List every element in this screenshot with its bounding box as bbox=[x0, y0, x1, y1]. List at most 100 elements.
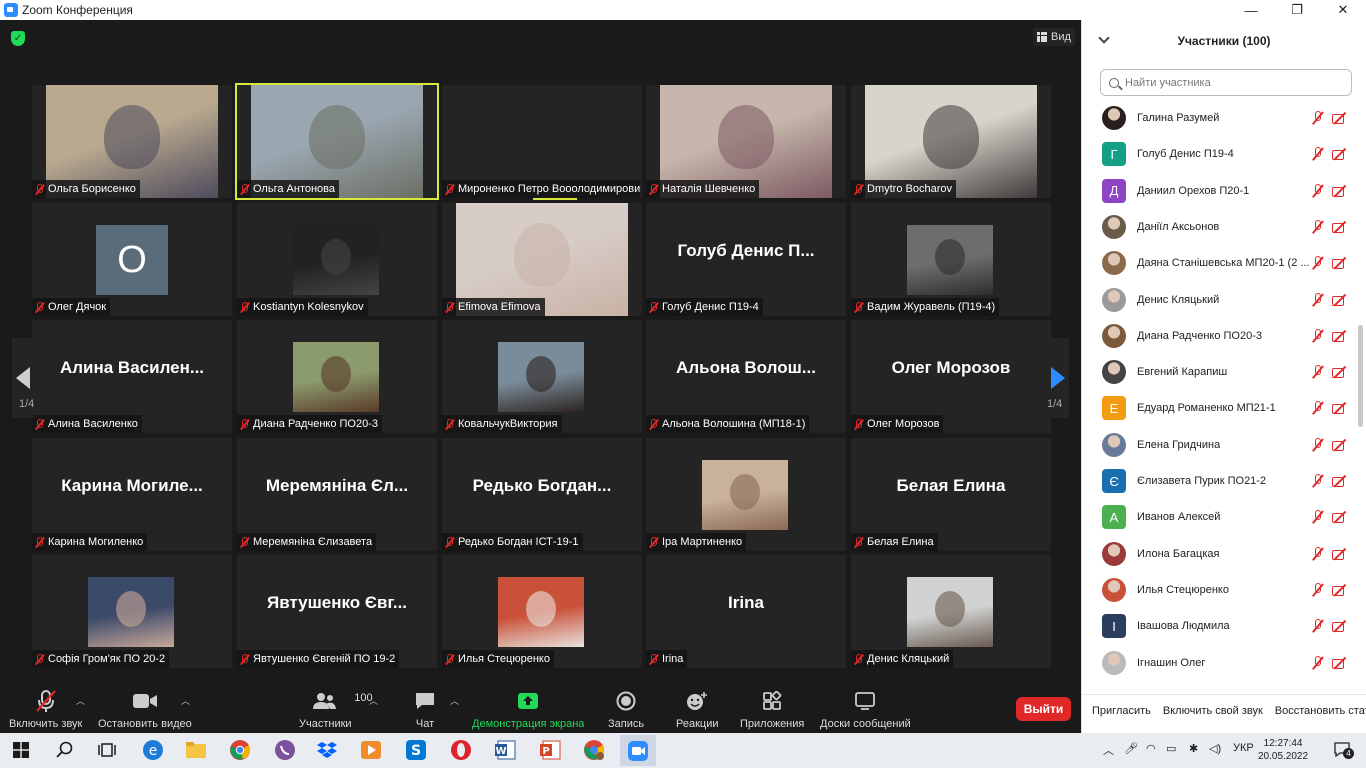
video-tile[interactable]: Голуб Денис П... Голуб Денис П19-4 bbox=[646, 203, 846, 316]
start-button[interactable] bbox=[8, 737, 34, 763]
security-shield-icon[interactable]: ✓ bbox=[11, 31, 25, 46]
taskbar-media-player[interactable] bbox=[358, 737, 384, 763]
tray-app-icon[interactable]: ✱ bbox=[1189, 742, 1198, 755]
minimize-button[interactable]: — bbox=[1228, 0, 1274, 20]
video-off-icon[interactable] bbox=[1332, 510, 1348, 524]
mic-muted-icon[interactable] bbox=[1311, 437, 1325, 452]
video-tile[interactable]: КовальчукВиктория bbox=[442, 320, 642, 433]
video-tile[interactable]: Олег Морозов Олег Морозов bbox=[851, 320, 1051, 433]
chat-button[interactable]: Чат bbox=[414, 688, 436, 732]
chat-options-caret[interactable]: ︿ bbox=[450, 694, 459, 707]
whiteboards-button[interactable]: Доски сообщений bbox=[820, 688, 911, 732]
participant-search-input[interactable] bbox=[1125, 76, 1345, 89]
video-tile[interactable]: Белая Елина Белая Елина bbox=[851, 438, 1051, 551]
participant-row[interactable]: Евгений Карапиш bbox=[1082, 354, 1357, 390]
participant-row[interactable]: А Иванов Алексей bbox=[1082, 499, 1357, 535]
video-tile[interactable]: Ольга Борисенко bbox=[32, 85, 232, 198]
tray-volume-icon[interactable]: ◁) bbox=[1209, 742, 1221, 755]
tray-clock[interactable]: 12:27:44 20.05.2022 bbox=[1258, 737, 1308, 763]
taskbar-powerpoint[interactable]: P bbox=[537, 737, 563, 763]
participant-row[interactable]: Илона Багацкая bbox=[1082, 536, 1357, 572]
video-tile[interactable]: Денис Кляцький bbox=[851, 555, 1051, 668]
participant-row[interactable]: Е Едуард Романенко МП21-1 bbox=[1082, 390, 1357, 426]
video-off-icon[interactable] bbox=[1332, 583, 1348, 597]
video-off-icon[interactable] bbox=[1332, 438, 1348, 452]
video-options-caret[interactable]: ︿ bbox=[181, 694, 190, 707]
video-tile[interactable]: Илья Стецюренко bbox=[442, 555, 642, 668]
tray-overflow-chevron-icon[interactable]: ︿ bbox=[1103, 742, 1114, 758]
reactions-button[interactable]: Реакции bbox=[676, 688, 719, 732]
mic-muted-icon[interactable] bbox=[1311, 111, 1325, 125]
video-tile[interactable]: O Олег Дячок bbox=[32, 203, 232, 316]
mic-muted-icon[interactable] bbox=[1311, 219, 1325, 234]
close-button[interactable]: ✕ bbox=[1320, 0, 1366, 20]
video-off-icon[interactable] bbox=[1332, 619, 1348, 633]
participant-row[interactable]: Галина Разумей bbox=[1082, 100, 1357, 136]
video-tile[interactable]: Irina Irina bbox=[646, 555, 846, 668]
mic-muted-icon[interactable] bbox=[1311, 256, 1325, 270]
record-button[interactable]: Запись bbox=[608, 688, 644, 732]
apps-button[interactable]: Приложения bbox=[740, 688, 804, 732]
video-tile[interactable]: Диана Радченко ПО20-3 bbox=[237, 320, 437, 433]
restore-status-button[interactable]: Восстановить стату bbox=[1273, 701, 1366, 721]
mic-muted-icon[interactable] bbox=[1311, 546, 1325, 561]
mute-button[interactable]: Включить звук bbox=[9, 688, 82, 732]
invite-button[interactable]: Пригласить bbox=[1090, 701, 1153, 721]
mute-options-caret[interactable]: ︿ bbox=[76, 694, 85, 707]
video-off-icon[interactable] bbox=[1332, 401, 1348, 415]
video-tile[interactable]: Dmytro Bocharov bbox=[851, 85, 1051, 198]
video-tile[interactable]: Ольга Антонова bbox=[235, 83, 439, 200]
video-tile[interactable]: Алина Василен... Алина Василенко bbox=[32, 320, 232, 433]
participants-button[interactable]: 100 Участники bbox=[299, 688, 373, 732]
taskbar-dropbox[interactable] bbox=[314, 737, 340, 763]
video-off-icon[interactable] bbox=[1332, 474, 1348, 488]
video-tile[interactable]: Іра Мартиненко bbox=[646, 438, 846, 551]
mic-muted-icon[interactable] bbox=[1311, 582, 1325, 597]
share-screen-button[interactable]: Демонстрация экрана bbox=[472, 688, 584, 732]
video-tile[interactable]: Редько Богдан... Редько Богдан ІСТ-19-1 bbox=[442, 438, 642, 551]
participant-row[interactable]: Елена Гридчина bbox=[1082, 427, 1357, 463]
participant-row[interactable]: Даяна Станішевська МП20-1 (2 ... bbox=[1082, 245, 1357, 281]
mic-muted-icon[interactable] bbox=[1311, 328, 1325, 343]
mic-muted-icon[interactable] bbox=[1311, 147, 1325, 161]
tray-wifi-icon[interactable]: ◠ bbox=[1146, 742, 1156, 755]
mic-muted-icon[interactable] bbox=[1311, 474, 1325, 488]
mic-muted-icon[interactable] bbox=[1311, 365, 1325, 379]
participants-options-caret[interactable]: ︿ bbox=[369, 694, 378, 707]
taskbar-chrome[interactable] bbox=[227, 737, 253, 763]
participant-row[interactable]: І Івашова Людмила bbox=[1082, 608, 1357, 644]
mic-muted-icon[interactable] bbox=[1311, 401, 1325, 415]
participant-row[interactable]: Г Голуб Денис П19-4 bbox=[1082, 136, 1357, 172]
video-off-icon[interactable] bbox=[1332, 256, 1348, 270]
mic-muted-icon[interactable] bbox=[1311, 183, 1325, 198]
taskbar-search-button[interactable] bbox=[52, 737, 78, 763]
video-tile[interactable]: Efimova Efimova bbox=[442, 203, 642, 316]
video-tile[interactable]: Явтушенко Євг... Явтушенко Євгеній ПО 19-… bbox=[237, 555, 437, 668]
participant-row[interactable]: Д Даниил Орехов П20-1 bbox=[1082, 173, 1357, 209]
stop-video-button[interactable]: Остановить видео bbox=[98, 688, 192, 732]
view-button[interactable]: Вид bbox=[1033, 28, 1075, 46]
mic-muted-icon[interactable] bbox=[1311, 655, 1325, 670]
participant-row[interactable]: Ігнашин Олег bbox=[1082, 645, 1357, 681]
video-off-icon[interactable] bbox=[1332, 365, 1348, 379]
participant-row[interactable]: Даніїл Аксьонов bbox=[1082, 209, 1357, 245]
video-tile[interactable]: Вадим Журавель (П19-4) bbox=[851, 203, 1051, 316]
taskbar-chrome-profile[interactable] bbox=[581, 737, 607, 763]
video-off-icon[interactable] bbox=[1332, 111, 1348, 125]
mic-muted-icon[interactable] bbox=[1311, 510, 1325, 524]
mic-muted-icon[interactable] bbox=[1311, 619, 1325, 633]
unmute-self-button[interactable]: Включить свой звук bbox=[1161, 701, 1265, 721]
video-tile[interactable]: Мироненко Петро Вооолодимирович... bbox=[442, 85, 642, 198]
taskbar-edge[interactable]: e bbox=[140, 737, 166, 763]
maximize-button[interactable]: ❐ bbox=[1274, 0, 1320, 20]
participant-row[interactable]: Є Єлизавета Пурик ПО21-2 bbox=[1082, 463, 1357, 499]
video-off-icon[interactable] bbox=[1332, 293, 1348, 307]
participant-row[interactable]: Денис Кляцький bbox=[1082, 282, 1357, 318]
video-off-icon[interactable] bbox=[1332, 220, 1348, 234]
taskbar-skype[interactable]: S bbox=[403, 737, 429, 763]
video-off-icon[interactable] bbox=[1332, 147, 1348, 161]
video-off-icon[interactable] bbox=[1332, 547, 1348, 561]
video-off-icon[interactable] bbox=[1332, 656, 1348, 670]
tray-language[interactable]: УКР bbox=[1233, 742, 1254, 754]
video-tile[interactable]: Меремяніна Єл... Меремяніна Єлизавета bbox=[237, 438, 437, 551]
